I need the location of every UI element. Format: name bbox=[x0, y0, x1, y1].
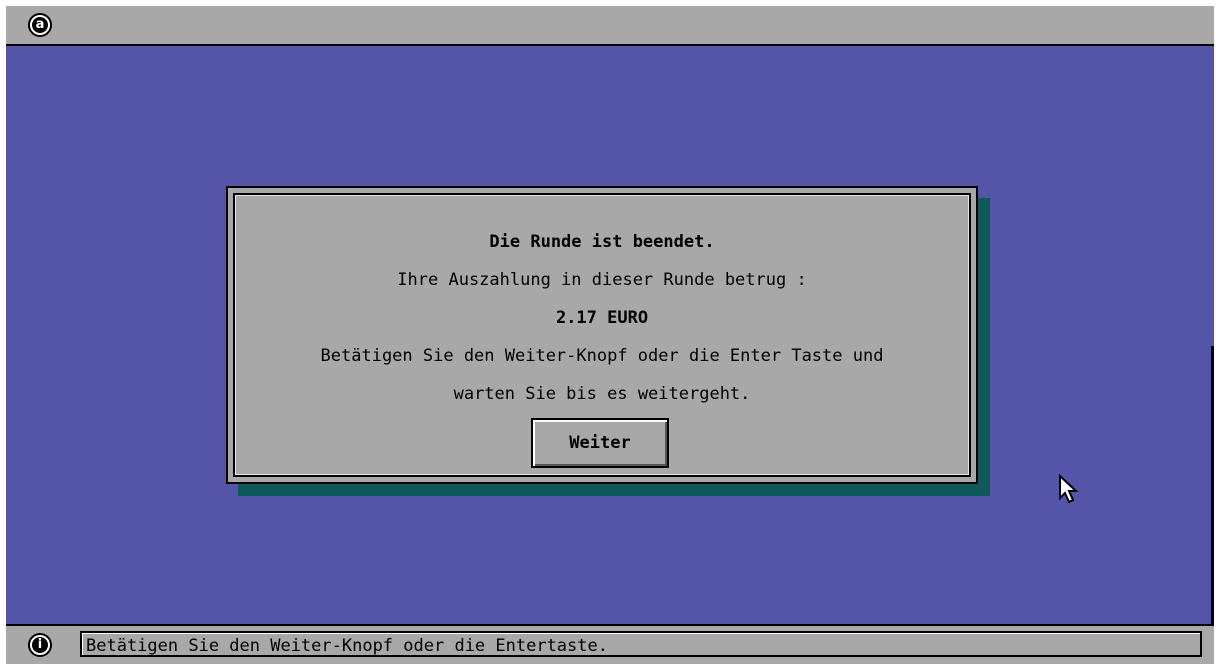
app-menu-icon[interactable]: a bbox=[28, 13, 52, 37]
status-message-field: Betätigen Sie den Weiter-Knopf oder die … bbox=[80, 631, 1202, 657]
top-menu-bar: a bbox=[6, 6, 1214, 46]
payout-label: Ihre Auszahlung in dieser Runde betrug : bbox=[397, 270, 807, 290]
info-icon-letter: i bbox=[32, 637, 48, 653]
instruction-line-2: warten Sie bis es weitergeht. bbox=[453, 384, 751, 404]
app-menu-icon-letter: a bbox=[32, 17, 48, 33]
desktop-edge-divider bbox=[1211, 346, 1214, 624]
screen: a Die Runde ist beendet. Ihre Auszahlung… bbox=[0, 0, 1216, 664]
mouse-pointer-icon bbox=[1059, 474, 1079, 504]
round-end-dialog: Die Runde ist beendet. Ihre Auszahlung i… bbox=[226, 186, 978, 484]
status-message: Betätigen Sie den Weiter-Knopf oder die … bbox=[86, 636, 608, 656]
instruction-line-1: Betätigen Sie den Weiter-Knopf oder die … bbox=[320, 346, 884, 366]
weiter-button[interactable]: Weiter bbox=[531, 418, 669, 468]
payout-amount: 2.17 EURO bbox=[555, 308, 649, 328]
info-icon: i bbox=[28, 633, 52, 657]
dialog-title: Die Runde ist beendet. bbox=[489, 232, 715, 252]
status-bar: i Betätigen Sie den Weiter-Knopf oder di… bbox=[6, 624, 1214, 664]
